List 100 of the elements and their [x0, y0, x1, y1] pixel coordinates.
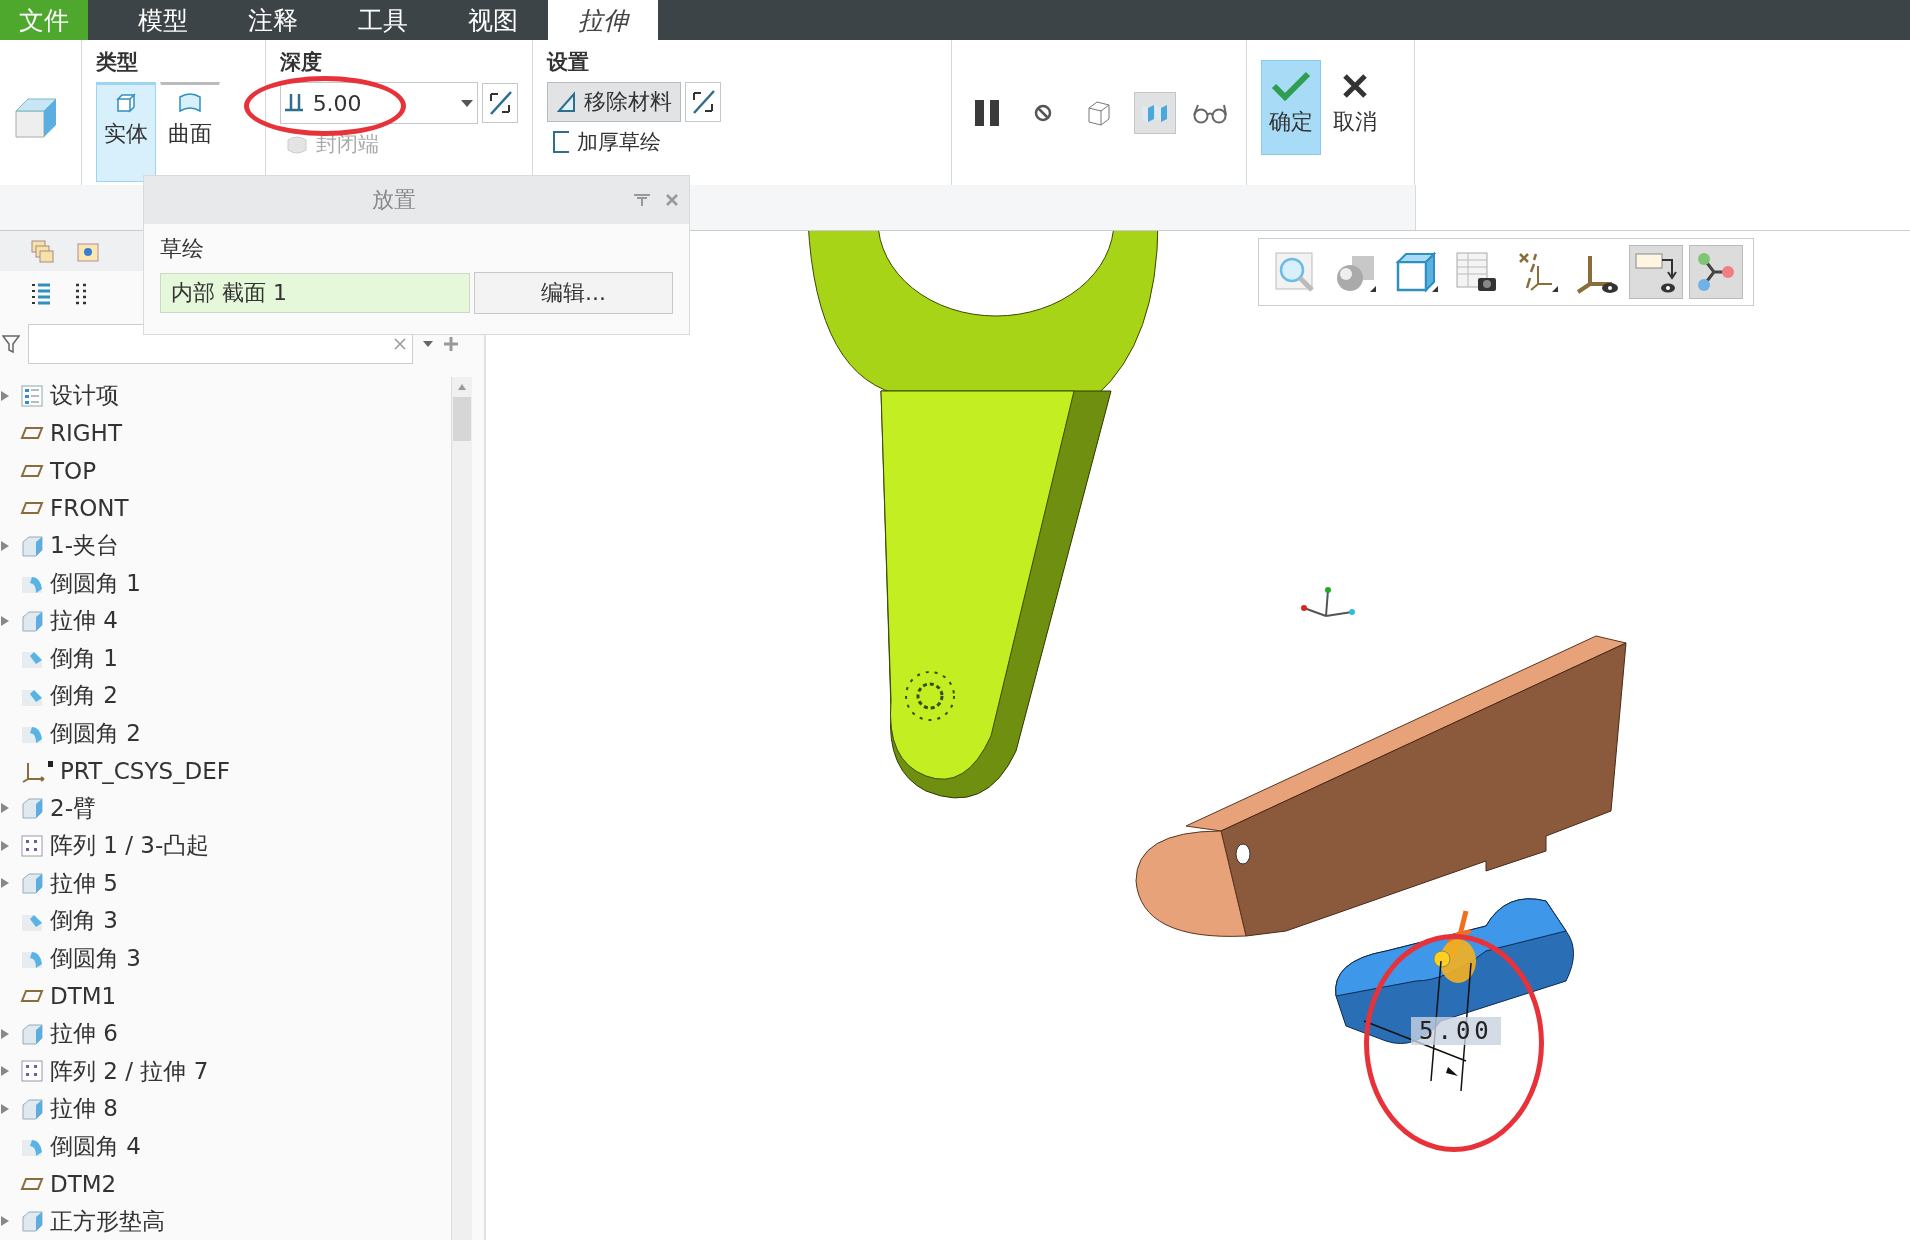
cube-icon — [1394, 250, 1438, 294]
tree-item[interactable]: FRONT — [0, 489, 451, 528]
expand-arrow-icon[interactable] — [0, 389, 10, 402]
tree-item-label: FRONT — [50, 495, 129, 522]
dropdown-arrow-icon[interactable] — [421, 338, 435, 349]
tree-item[interactable]: 拉伸 8 — [0, 1089, 451, 1128]
tree-item[interactable]: 倒角 1 — [0, 639, 451, 678]
add-icon[interactable] — [443, 335, 459, 352]
coordinate-system-icon — [20, 758, 54, 783]
tree-item-label: PRT_CSYS_DEF — [60, 757, 230, 784]
group-title: 类型 — [96, 49, 140, 76]
expand-arrow-icon[interactable] — [0, 539, 10, 552]
cube-icon — [20, 871, 44, 896]
ribbon-tab[interactable]: 模型 — [108, 0, 218, 40]
dimension-value: 5.00 — [1411, 1017, 1501, 1045]
tree-item[interactable]: 倒圆角 1 — [0, 564, 451, 603]
ribbon-tab[interactable]: 视图 — [438, 0, 548, 40]
tree-item[interactable]: 阵列 1 / 3-凸起 — [0, 827, 451, 865]
close-icon[interactable] — [665, 193, 679, 207]
sketch-field[interactable]: 内部 截面 1 — [160, 273, 471, 313]
tree-item[interactable]: 拉伸 4 — [0, 602, 451, 640]
cube-icon — [20, 533, 44, 558]
triangle-icon — [555, 91, 578, 113]
tree-item-label: 拉伸 4 — [50, 606, 118, 636]
expand-arrow-icon[interactable] — [0, 1027, 10, 1040]
tree-item[interactable]: DTM1 — [0, 977, 451, 1015]
list-view-icon[interactable] — [30, 281, 52, 306]
tree-item-label: TOP — [50, 457, 97, 484]
expand-arrow-icon[interactable] — [0, 877, 10, 890]
tree-item[interactable]: 倒角 3 — [0, 902, 451, 940]
tree-item-label: 倒角 3 — [50, 906, 118, 936]
solid-button[interactable]: 实体 — [96, 82, 157, 182]
scroll-up-icon[interactable] — [457, 383, 467, 391]
tree-item-label: 正方形垫高 — [50, 1206, 165, 1236]
group-title: 设置 — [546, 49, 590, 76]
layers-icon[interactable] — [30, 239, 54, 263]
tree-item[interactable]: TOP — [0, 452, 451, 490]
expand-arrow-icon[interactable] — [0, 1102, 10, 1115]
filter-icon[interactable] — [2, 333, 20, 354]
tree-item[interactable]: 2-臂 — [0, 789, 451, 828]
scrollbar[interactable] — [451, 377, 472, 1240]
ok-button[interactable]: 确定 — [1261, 60, 1321, 155]
tree-item-label: DTM1 — [50, 983, 117, 1009]
tree-item-label: 倒圆角 3 — [50, 944, 141, 973]
ribbon-tab[interactable]: 拉伸 — [548, 0, 658, 40]
cancel-button[interactable]: 取消 — [1325, 60, 1385, 155]
ribbon-tab[interactable]: 工具 — [328, 0, 438, 40]
remove-material-button[interactable]: 移除材料 — [546, 82, 681, 122]
view-tool-button[interactable] — [1629, 245, 1683, 299]
pin-icon[interactable] — [633, 193, 651, 207]
tree-item-label: 拉伸 6 — [50, 1019, 118, 1048]
tree-item-label: 倒圆角 1 — [50, 568, 141, 598]
tree-item-label: 拉伸 8 — [50, 1094, 118, 1124]
panel-title: 放置 — [370, 186, 417, 214]
surface-icon — [178, 93, 203, 113]
expand-arrow-icon[interactable] — [0, 1065, 10, 1078]
tree-item[interactable]: 1-夹台 — [0, 527, 451, 565]
tree-item-label: 阵列 1 / 3-凸起 — [50, 831, 210, 861]
tree-item-label: 倒圆角 2 — [50, 718, 141, 748]
tree-item-label: RIGHT — [50, 420, 122, 447]
depth-field[interactable]: 5.00 — [279, 82, 478, 124]
cube-icon — [20, 1096, 44, 1121]
tree-item[interactable]: 设计项 — [0, 377, 451, 415]
pattern-icon — [20, 833, 44, 858]
pause-icon — [972, 97, 1002, 128]
group-title: 深度 — [279, 49, 323, 76]
expand-arrow-icon[interactable] — [0, 839, 10, 852]
capped-ends-icon — [285, 134, 308, 154]
tree-item[interactable]: RIGHT — [0, 414, 451, 453]
tree-item[interactable]: 倒角 2 — [0, 677, 451, 715]
tree-item[interactable]: 倒圆角 2 — [0, 714, 451, 753]
flip-button[interactable] — [481, 83, 518, 123]
tree-item[interactable]: DTM2 — [0, 1164, 451, 1203]
tree-item[interactable]: PRT_CSYS_DEF — [0, 752, 451, 790]
edit-button[interactable]: 编辑... — [474, 272, 673, 314]
ribbon-tab[interactable]: 注释 — [218, 0, 328, 40]
tree-item[interactable]: 正方形垫高 — [0, 1202, 451, 1240]
expand-arrow-icon[interactable] — [0, 1215, 10, 1228]
thicken-sketch-checkbox[interactable]: 加厚草绘 — [546, 128, 937, 156]
expand-arrow-icon[interactable] — [0, 614, 10, 627]
cube-icon — [20, 1209, 44, 1234]
tree-item-label: 拉伸 5 — [50, 868, 118, 898]
annotation-icon — [1634, 250, 1678, 294]
scrollbar-thumb[interactable] — [453, 397, 471, 441]
clear-icon[interactable] — [394, 337, 406, 350]
camera-icon — [1454, 250, 1498, 294]
tree-item[interactable]: 倒圆角 3 — [0, 939, 451, 978]
tree-item[interactable]: 倒圆角 4 — [0, 1127, 451, 1165]
flip-button[interactable] — [684, 82, 721, 122]
tree-item-label: 2-臂 — [50, 793, 96, 823]
columns-icon[interactable] — [74, 281, 88, 306]
sketch-label: 草绘 — [160, 235, 205, 263]
cube-icon — [116, 93, 137, 113]
checkmark-icon — [1271, 71, 1311, 101]
list-icon — [20, 383, 44, 408]
tree-item[interactable]: 拉伸 6 — [0, 1014, 451, 1053]
expand-arrow-icon[interactable] — [0, 802, 10, 815]
tree-item[interactable]: 拉伸 5 — [0, 864, 451, 903]
tree-item[interactable]: 阵列 2 / 拉伸 7 — [0, 1052, 451, 1090]
view-tool-button[interactable] — [1689, 245, 1743, 299]
